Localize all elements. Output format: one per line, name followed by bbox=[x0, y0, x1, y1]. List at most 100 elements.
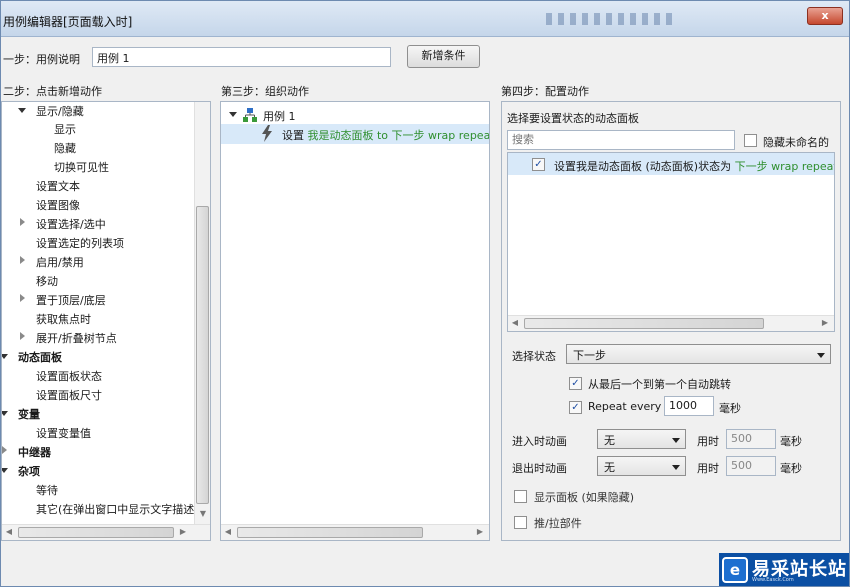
title-bar: 用例编辑器[页面载入时] x bbox=[1, 1, 849, 37]
action-tree-panel: 显示/隐藏 显示 隐藏 切换可见性 设置文本 设置图像 设置选择/选中 设置选定… bbox=[1, 101, 211, 541]
panel-row-value: 下一步 wrap repeat bbox=[734, 160, 835, 173]
exit-anim-dropdown[interactable]: 无 bbox=[597, 456, 686, 476]
horizontal-scrollbar[interactable]: ◀ ▶ bbox=[508, 315, 834, 331]
logo-icon: e bbox=[722, 557, 748, 583]
tree-group-variables[interactable]: 变量 bbox=[18, 406, 40, 422]
scroll-right-icon[interactable]: ▶ bbox=[473, 525, 487, 539]
scroll-down-icon[interactable]: ▼ bbox=[196, 507, 210, 521]
tree-item-set-panel-state[interactable]: 设置面板状态 bbox=[36, 368, 102, 384]
show-panel-label: 显示面板 (如果隐藏) bbox=[534, 491, 635, 504]
collapse-icon[interactable] bbox=[20, 256, 25, 264]
collapse-icon[interactable] bbox=[20, 332, 25, 340]
horizontal-scrollbar[interactable]: ◀ ▶ bbox=[221, 524, 489, 540]
scroll-left-icon[interactable]: ◀ bbox=[221, 525, 235, 539]
action-detail: 我是动态面板 to 下一步 wrap repeat bbox=[307, 129, 490, 142]
expand-icon[interactable] bbox=[2, 354, 8, 359]
tree-group-misc[interactable]: 杂项 bbox=[18, 463, 40, 479]
enter-ms-label: 毫秒 bbox=[780, 435, 802, 448]
panel-row-prefix: 设置我是动态面板 (动态面板)状态为 bbox=[554, 160, 732, 173]
scroll-left-icon[interactable]: ◀ bbox=[2, 525, 16, 539]
scroll-right-icon[interactable]: ▶ bbox=[176, 525, 190, 539]
tree-item-wait[interactable]: 等待 bbox=[36, 482, 58, 498]
lightning-icon bbox=[262, 125, 272, 142]
enter-anim-value: 无 bbox=[604, 434, 615, 447]
action-item-text[interactable]: 设置 我是动态面板 to 下一步 wrap repeat bbox=[282, 127, 490, 143]
tree-group-repeater[interactable]: 中继器 bbox=[18, 444, 51, 460]
panel-row-checkbox[interactable]: ✓ bbox=[532, 158, 545, 171]
case-editor-window: 用例编辑器[页面载入时] x 一步：用例说明 用例 1 新增条件 二步：点击新增… bbox=[0, 0, 850, 587]
repeat-interval-input[interactable]: 1000 bbox=[664, 396, 714, 416]
enter-duration-input[interactable]: 500 bbox=[726, 429, 776, 449]
logo-subtitle: Www.Easck.Com bbox=[752, 577, 794, 583]
chevron-down-icon bbox=[672, 465, 680, 470]
exit-anim-value: 无 bbox=[604, 461, 615, 474]
panel-row-text: 设置我是动态面板 (动态面板)状态为 下一步 wrap repeat bbox=[554, 158, 835, 174]
tree-item-focus[interactable]: 获取焦点时 bbox=[36, 311, 91, 327]
collapse-icon[interactable] bbox=[20, 218, 25, 226]
case-description-input[interactable]: 用例 1 bbox=[92, 47, 391, 67]
exit-anim-label: 退出时动画 bbox=[512, 462, 567, 475]
exit-ms-label: 毫秒 bbox=[780, 462, 802, 475]
tree-item-set-image[interactable]: 设置图像 bbox=[36, 197, 80, 213]
select-state-dropdown[interactable]: 下一步 bbox=[566, 344, 831, 364]
watermark-logo: e 易采站长站 Www.Easck.Com bbox=[719, 553, 849, 586]
chevron-down-icon bbox=[672, 438, 680, 443]
vertical-scrollbar[interactable]: ▼ bbox=[194, 102, 210, 524]
add-condition-button[interactable]: 新增条件 bbox=[407, 45, 480, 68]
case-tree-icon bbox=[243, 108, 257, 122]
case-item-label[interactable]: 用例 1 bbox=[263, 108, 296, 124]
expand-icon[interactable] bbox=[229, 112, 237, 117]
window-title: 用例编辑器[页面载入时] bbox=[3, 15, 133, 29]
tree-item-set-text[interactable]: 设置文本 bbox=[36, 178, 80, 194]
wrap-label: 从最后一个到第一个自动跳转 bbox=[588, 378, 731, 391]
tree-item-set-variable[interactable]: 设置变量值 bbox=[36, 425, 91, 441]
dynamic-panel-list: ✓ 设置我是动态面板 (动态面板)状态为 下一步 wrap repeat ◀ ▶ bbox=[507, 152, 835, 332]
search-input[interactable] bbox=[507, 130, 735, 150]
step3-title: 第三步：组织动作 bbox=[221, 85, 309, 98]
scrollbar-thumb[interactable] bbox=[237, 527, 423, 538]
scrollbar-thumb[interactable] bbox=[196, 206, 209, 504]
tree-item-expand-collapse-node[interactable]: 展开/折叠树节点 bbox=[36, 330, 117, 346]
tree-item-bring-front-back[interactable]: 置于顶层/底层 bbox=[36, 292, 106, 308]
collapse-icon[interactable] bbox=[2, 446, 7, 454]
title-bar-decoration bbox=[546, 13, 676, 25]
hide-unnamed-checkbox[interactable] bbox=[744, 134, 757, 147]
tree-item-show-hide[interactable]: 显示/隐藏 bbox=[36, 103, 84, 119]
tree-item-move[interactable]: 移动 bbox=[36, 273, 58, 289]
collapse-icon[interactable] bbox=[20, 294, 25, 302]
organize-actions-panel: 用例 1 设置 我是动态面板 to 下一步 wrap repeat ◀ ▶ bbox=[220, 101, 490, 541]
exit-duration-input[interactable]: 500 bbox=[726, 456, 776, 476]
expand-icon[interactable] bbox=[2, 411, 8, 416]
expand-icon[interactable] bbox=[2, 468, 8, 473]
step1-label: 一步：用例说明 bbox=[3, 53, 80, 66]
scrollbar-thumb[interactable] bbox=[524, 318, 764, 329]
horizontal-scrollbar[interactable]: ◀ ▶ bbox=[2, 524, 210, 540]
wrap-checkbox[interactable]: ✓ bbox=[569, 377, 582, 390]
tree-item-enable-disable[interactable]: 启用/禁用 bbox=[36, 254, 84, 270]
tree-item-set-selected[interactable]: 设置选择/选中 bbox=[36, 216, 106, 232]
tree-item-toggle-visibility[interactable]: 切换可见性 bbox=[54, 159, 109, 175]
tree-item-show[interactable]: 显示 bbox=[54, 121, 76, 137]
tree-item-other[interactable]: 其它(在弹出窗口中显示文字描述 bbox=[36, 501, 194, 517]
action-prefix: 设置 bbox=[282, 129, 304, 142]
chevron-down-icon bbox=[817, 353, 825, 358]
select-state-value: 下一步 bbox=[573, 349, 606, 362]
push-pull-checkbox[interactable] bbox=[514, 516, 527, 529]
close-button[interactable]: x bbox=[807, 7, 843, 25]
scroll-right-icon[interactable]: ▶ bbox=[818, 316, 832, 330]
push-pull-label: 推/拉部件 bbox=[534, 517, 582, 530]
tree-group-dynamic-panel[interactable]: 动态面板 bbox=[18, 349, 62, 365]
repeat-checkbox[interactable]: ✓ bbox=[569, 401, 582, 414]
tree-item-hide[interactable]: 隐藏 bbox=[54, 140, 76, 156]
configure-action-panel: 选择要设置状态的动态面板 隐藏未命名的 ✓ 设置我是动态面板 (动态面板)状态为… bbox=[501, 101, 841, 541]
step2-title: 二步：点击新增动作 bbox=[3, 85, 102, 98]
show-panel-checkbox[interactable] bbox=[514, 490, 527, 503]
enter-anim-dropdown[interactable]: 无 bbox=[597, 429, 686, 449]
tree-item-set-panel-size[interactable]: 设置面板尺寸 bbox=[36, 387, 102, 403]
scroll-left-icon[interactable]: ◀ bbox=[508, 316, 522, 330]
tree-item-set-list-item[interactable]: 设置选定的列表项 bbox=[36, 235, 124, 251]
scrollbar-thumb[interactable] bbox=[18, 527, 174, 538]
enter-anim-label: 进入时动画 bbox=[512, 435, 567, 448]
expand-icon[interactable] bbox=[18, 108, 26, 113]
repeat-ms-label: 毫秒 bbox=[719, 402, 741, 415]
